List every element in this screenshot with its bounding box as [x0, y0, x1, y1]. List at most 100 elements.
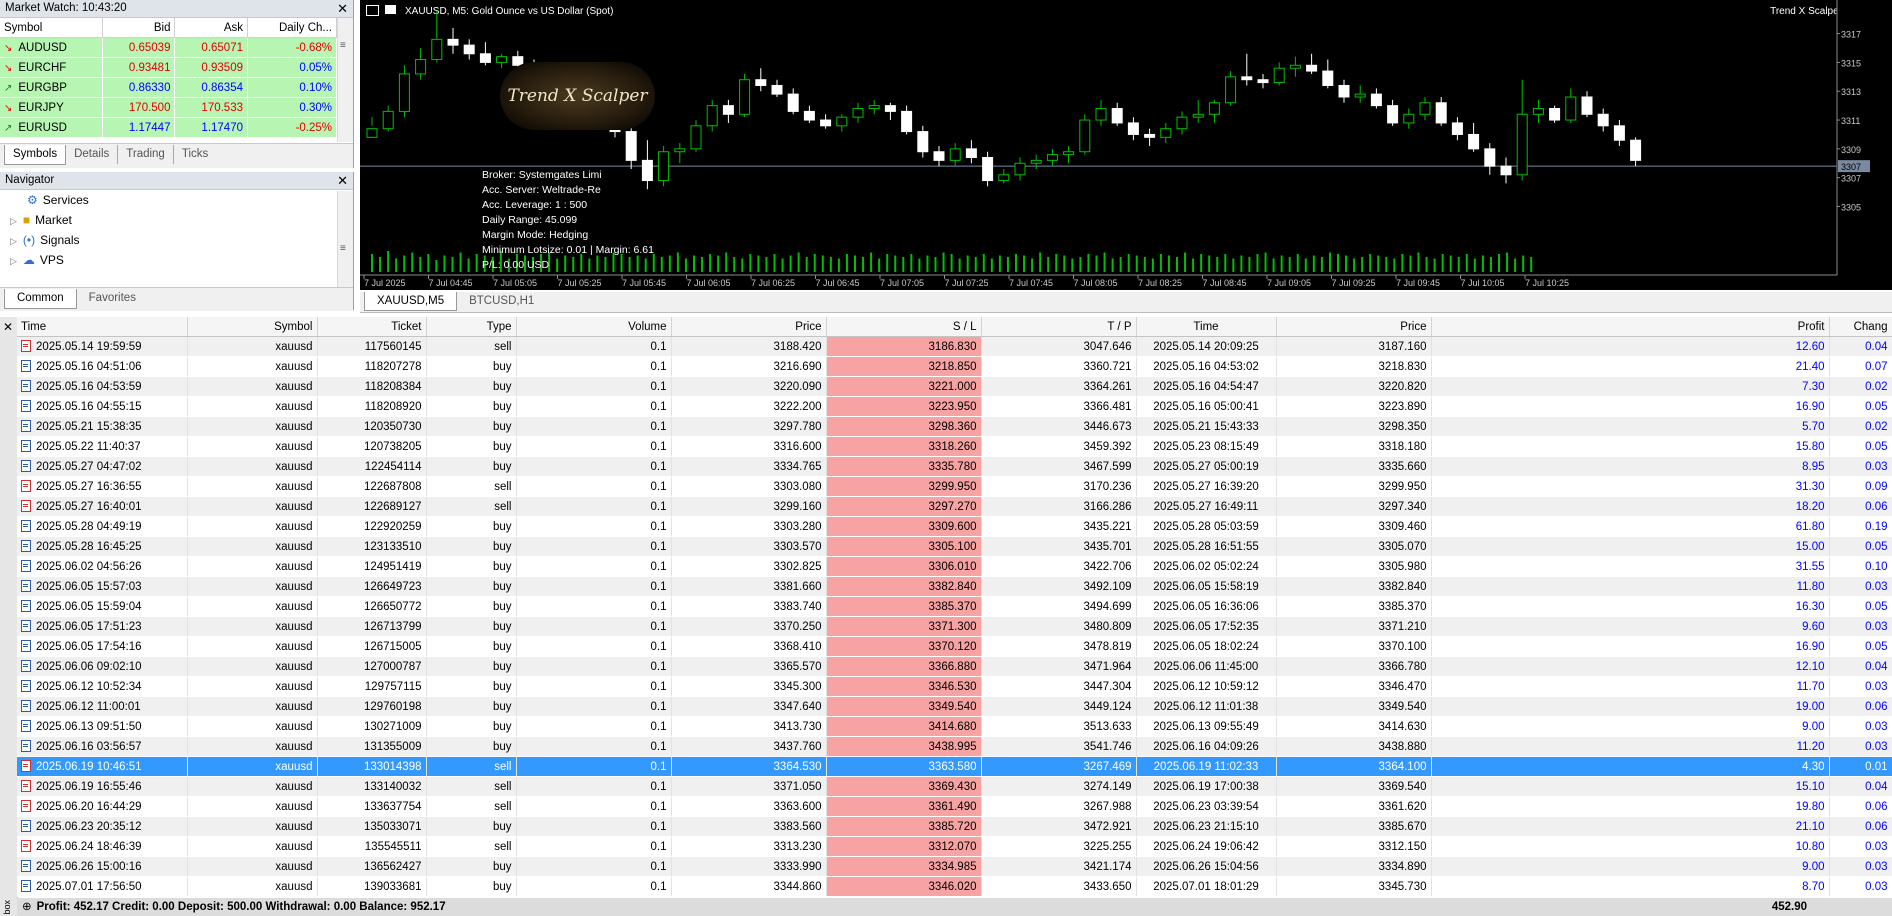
stop-loss-cell: 3414.680: [826, 716, 982, 737]
expand-icon[interactable]: ▷: [10, 256, 17, 266]
tab-details[interactable]: Details: [66, 145, 119, 164]
market-watch-row[interactable]: ↘ EURCHF 0.93481 0.93509 0.05%: [0, 57, 337, 78]
symbol-cell: xauusd: [187, 676, 318, 697]
trade-row[interactable]: 2025.05.22 11:40:37 xauusd 120738205 buy 0.1…: [17, 436, 1892, 457]
column-header-bid[interactable]: Bid: [102, 18, 176, 38]
scroll-menu-icon[interactable]: ≡: [340, 40, 346, 51]
open-price-cell: 3299.160: [671, 496, 827, 517]
column-header-daily-change[interactable]: Daily Ch...: [247, 18, 337, 38]
price-chart[interactable]: XAUUSD, M5: Gold Ounce vs US Dollar (Spo…: [360, 0, 1892, 290]
trade-row[interactable]: 2025.05.27 16:36:55 xauusd 122687808 sell 0.…: [17, 476, 1892, 497]
navigator-item-vps[interactable]: ▷ ☁ VPS: [10, 251, 64, 270]
trade-row[interactable]: 2025.06.12 11:00:01 xauusd 129760198 buy 0.1…: [17, 696, 1892, 717]
column-header-open-time[interactable]: Time: [17, 317, 188, 337]
trade-row[interactable]: 2025.05.16 04:55:15 xauusd 118208920 buy 0.1…: [17, 396, 1892, 417]
column-header-symbol[interactable]: Symbol: [187, 317, 318, 337]
navigator-item-label: VPS: [39, 253, 64, 267]
trade-icon: [21, 400, 31, 412]
close-price-cell: 3369.540: [1276, 776, 1432, 797]
column-header-change[interactable]: Chang: [1829, 317, 1892, 337]
navigator-item-services[interactable]: ⚙ Services: [27, 191, 89, 210]
trade-row[interactable]: 2025.05.16 04:53:59 xauusd 118208384 buy 0.1…: [17, 376, 1892, 397]
market-watch-row[interactable]: ↗ EURUSD 1.17447 1.17470 -0.25%: [0, 117, 337, 138]
trade-row[interactable]: 2025.06.05 15:57:03 xauusd 126649723 buy 0.1…: [17, 576, 1892, 597]
navigator-item-signals[interactable]: ▷ (•) Signals: [10, 231, 79, 250]
candle-body: [1581, 96, 1593, 115]
trade-row[interactable]: 2025.06.26 15:00:16 xauusd 136562427 buy 0.1…: [17, 856, 1892, 877]
open-time-cell: 2025.05.28 04:49:19: [17, 516, 188, 537]
candle-body: [1225, 76, 1237, 104]
open-price-cell: 3413.730: [671, 716, 827, 737]
column-header-ask[interactable]: Ask: [174, 18, 248, 38]
stop-loss-cell: 3346.020: [826, 876, 982, 897]
take-profit-cell: 3467.599: [981, 456, 1137, 477]
close-icon[interactable]: ✕: [337, 172, 348, 189]
volume-cell: 0.1: [516, 516, 672, 537]
symbol-cell: ↘ AUDUSD: [0, 37, 103, 58]
trade-row[interactable]: 2025.07.01 17:56:50 xauusd 139033681 buy 0.1…: [17, 876, 1892, 897]
candle-body: [803, 110, 815, 121]
type-cell: buy: [426, 716, 517, 737]
column-header-open-price[interactable]: Price: [671, 317, 827, 337]
column-header-symbol[interactable]: Symbol: [0, 18, 103, 38]
column-header-stop-loss[interactable]: S / L: [826, 317, 982, 337]
tab-common[interactable]: Common: [4, 289, 77, 309]
trade-row[interactable]: 2025.06.02 04:56:26 xauusd 124951419 buy 0.1…: [17, 556, 1892, 577]
trade-row[interactable]: 2025.05.28 16:45:25 xauusd 123133510 buy 0.1…: [17, 536, 1892, 557]
column-header-take-profit[interactable]: T / P: [981, 317, 1137, 337]
column-header-close-time[interactable]: Time: [1136, 317, 1277, 337]
trade-row[interactable]: 2025.06.06 09:02:10 xauusd 127000787 buy 0.1…: [17, 656, 1892, 677]
volume-cell: 0.1: [516, 556, 672, 577]
trade-row[interactable]: 2025.06.05 17:54:16 xauusd 126715005 buy 0.1…: [17, 636, 1892, 657]
tab-symbols[interactable]: Symbols: [4, 145, 67, 165]
trade-row[interactable]: 2025.05.27 04:47:02 xauusd 122454114 buy 0.1…: [17, 456, 1892, 477]
profit-cell: 61.80: [1431, 516, 1830, 537]
trade-row[interactable]: 2025.05.28 04:49:19 xauusd 122920259 buy 0.1…: [17, 516, 1892, 537]
column-header-ticket[interactable]: Ticket: [317, 317, 427, 337]
column-header-volume[interactable]: Volume: [516, 317, 672, 337]
profit-cell: 31.30: [1431, 476, 1830, 497]
open-time-text: 2025.06.05 15:57:03: [36, 581, 142, 593]
time-tick-label: 7 Jul 05:45: [622, 278, 666, 288]
column-header-close-price[interactable]: Price: [1276, 317, 1432, 337]
trade-row[interactable]: 2025.06.13 09:51:50 xauusd 130271009 buy 0.1…: [17, 716, 1892, 737]
vertical-scrollbar[interactable]: ≡: [337, 191, 353, 287]
navigator-item-market[interactable]: ▷ ■ Market: [10, 211, 72, 230]
tab-trading[interactable]: Trading: [118, 145, 174, 164]
column-header-type[interactable]: Type: [426, 317, 517, 337]
column-header-profit[interactable]: Profit: [1431, 317, 1830, 337]
tab-btcusd-h1[interactable]: BTCUSD,H1: [457, 292, 546, 310]
trade-icon: [21, 540, 31, 552]
vertical-scrollbar[interactable]: ≡: [337, 18, 353, 142]
market-watch-row[interactable]: ↗ EURGBP 0.86330 0.86354 0.10%: [0, 77, 337, 98]
trade-row[interactable]: 2025.06.12 10:52:34 xauusd 129757115 buy 0.1…: [17, 676, 1892, 697]
expand-icon[interactable]: ⊕: [22, 901, 32, 913]
trade-row[interactable]: 2025.05.14 19:59:59 xauusd 117560145 sell 0.…: [17, 336, 1892, 357]
trade-row[interactable]: 2025.06.16 03:56:57 xauusd 131355009 buy 0.1…: [17, 736, 1892, 757]
tab-xauusd-m5[interactable]: XAUUSD,M5: [364, 292, 458, 311]
trade-row[interactable]: 2025.06.19 10:46:51 xauusd 133014398 sell 0.…: [17, 756, 1892, 777]
market-watch-row[interactable]: ↘ EURJPY 170.500 170.533 0.30%: [0, 97, 337, 118]
trade-row[interactable]: 2025.06.05 17:51:23 xauusd 126713799 buy 0.1…: [17, 616, 1892, 637]
trade-row[interactable]: 2025.06.20 16:44:29 xauusd 133637754 sell 0.…: [17, 796, 1892, 817]
market-watch-row[interactable]: ↘ AUDUSD 0.65039 0.65071 -0.68%: [0, 37, 337, 58]
trade-row[interactable]: 2025.05.27 16:40:01 xauusd 122689127 sell 0.…: [17, 496, 1892, 517]
open-time-cell: 2025.05.16 04:55:15: [17, 396, 188, 417]
tab-ticks[interactable]: Ticks: [174, 145, 216, 164]
close-icon[interactable]: ✕: [337, 0, 348, 17]
expand-icon[interactable]: ▷: [10, 236, 17, 246]
trade-row[interactable]: 2025.06.19 16:55:46 xauusd 133140032 sell 0.…: [17, 776, 1892, 797]
expand-icon[interactable]: ▷: [10, 216, 17, 226]
open-time-text: 2025.06.23 20:35:12: [36, 821, 142, 833]
trade-row[interactable]: 2025.06.05 15:59:04 xauusd 126650772 buy 0.1…: [17, 596, 1892, 617]
trade-row[interactable]: 2025.06.23 20:35:12 xauusd 135033071 buy 0.1…: [17, 816, 1892, 837]
trade-row[interactable]: 2025.05.21 15:38:35 xauusd 120350730 buy 0.1…: [17, 416, 1892, 437]
change-cell: 0.03: [1829, 676, 1892, 697]
trade-row[interactable]: 2025.06.24 18:46:39 xauusd 135545511 sell 0.…: [17, 836, 1892, 857]
open-time-cell: 2025.05.27 04:47:02: [17, 456, 188, 477]
close-icon[interactable]: ✕: [3, 320, 13, 334]
daily-change-cell: 0.10%: [247, 77, 337, 98]
tab-favorites[interactable]: Favorites: [77, 289, 148, 308]
scroll-menu-icon[interactable]: ≡: [340, 243, 346, 254]
trade-row[interactable]: 2025.05.16 04:51:06 xauusd 118207278 buy 0.1…: [17, 356, 1892, 377]
